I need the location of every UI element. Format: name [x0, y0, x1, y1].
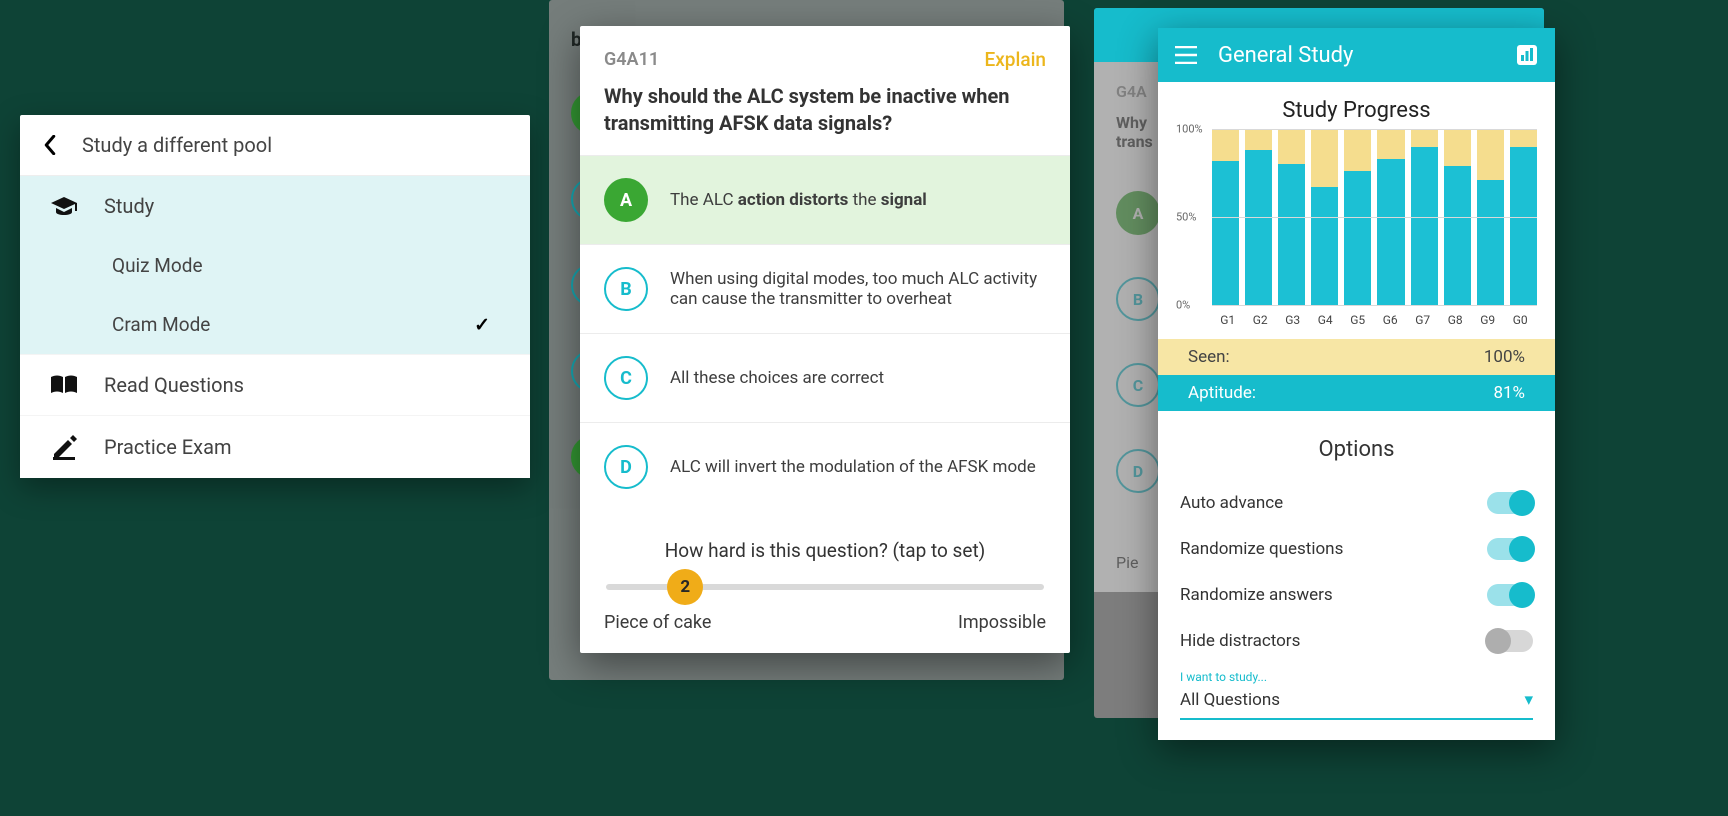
menu-label: Quiz Mode	[112, 254, 203, 277]
difficulty-min-label: Piece of cake	[604, 612, 711, 633]
difficulty-max-label: Impossible	[958, 612, 1046, 633]
difficulty-slider[interactable]: 2	[606, 584, 1044, 590]
select-value: All Questions	[1180, 690, 1280, 710]
stat-seen: Seen: 100%	[1158, 339, 1555, 375]
answer-option-c[interactable]: C All these choices are correct	[580, 333, 1070, 422]
answer-text: When using digital modes, too much ALC a…	[670, 269, 1046, 309]
stat-aptitude: Aptitude: 81%	[1158, 375, 1555, 411]
options-title: Options	[1180, 437, 1533, 462]
menu-item-read-questions[interactable]: Read Questions	[20, 354, 530, 415]
option-label: Randomize answers	[1180, 585, 1333, 605]
study-pool-select[interactable]: All Questions ▾	[1180, 684, 1533, 720]
option-auto-advance: Auto advance	[1180, 480, 1533, 526]
toggle-randomize-answers[interactable]	[1487, 584, 1533, 606]
back-row[interactable]: Study a different pool	[20, 115, 530, 176]
answer-letter: D	[604, 445, 648, 489]
menu-item-study[interactable]: Study	[20, 176, 530, 236]
chevron-down-icon: ▾	[1524, 690, 1533, 710]
difficulty-thumb[interactable]: 2	[667, 569, 703, 605]
pencil-icon	[48, 434, 80, 460]
study-select-label: I want to study...	[1180, 670, 1533, 684]
explain-button[interactable]: Explain	[985, 48, 1046, 71]
toggle-auto-advance[interactable]	[1487, 492, 1533, 514]
question-text: Why should the ALC system be inactive wh…	[604, 83, 1046, 137]
hamburger-menu-icon[interactable]	[1172, 41, 1200, 69]
menu-label: Study	[104, 194, 154, 218]
answer-option-d[interactable]: D ALC will invert the modulation of the …	[580, 422, 1070, 511]
option-randomize-answers: Randomize answers	[1180, 572, 1533, 618]
options-section: Options Auto advance Randomize questions…	[1158, 411, 1555, 740]
seen-value: 100%	[1484, 347, 1525, 367]
difficulty-block: How hard is this question? (tap to set) …	[580, 521, 1070, 633]
menu-lower: Read Questions Practice Exam	[20, 354, 530, 478]
toggle-hide-distractors[interactable]	[1487, 630, 1533, 652]
study-menu: Study a different pool Study Quiz Mode C…	[20, 115, 530, 478]
study-progress-chart: 0%50%100%G1G2G3G4G5G6G7G8G9G0	[1176, 129, 1537, 329]
seen-label: Seen:	[1188, 347, 1230, 367]
answer-letter: A	[604, 178, 648, 222]
graduation-cap-icon	[48, 195, 80, 217]
option-label: Randomize questions	[1180, 539, 1343, 559]
answer-letter: B	[604, 267, 648, 311]
answer-letter: C	[604, 356, 648, 400]
book-open-icon	[48, 373, 80, 397]
menu-label: Read Questions	[104, 373, 244, 397]
drawer-title: General Study	[1218, 43, 1495, 68]
difficulty-prompt: How hard is this question? (tap to set)	[604, 539, 1046, 562]
answer-text: The ALC action distorts the signal	[670, 190, 927, 210]
menu-item-quiz-mode[interactable]: Quiz Mode	[20, 236, 530, 295]
progress-title: Study Progress	[1176, 98, 1537, 123]
option-label: Hide distractors	[1180, 631, 1300, 651]
toggle-randomize-questions[interactable]	[1487, 538, 1533, 560]
answer-text: ALC will invert the modulation of the AF…	[670, 457, 1036, 477]
chevron-left-icon	[42, 135, 58, 155]
question-id: G4A11	[604, 49, 659, 70]
back-label: Study a different pool	[82, 133, 272, 157]
drawer-header: General Study	[1158, 28, 1555, 82]
answer-option-b[interactable]: B When using digital modes, too much ALC…	[580, 244, 1070, 333]
option-randomize-questions: Randomize questions	[1180, 526, 1533, 572]
menu-label: Practice Exam	[104, 435, 232, 459]
menu-item-cram-mode[interactable]: Cram Mode	[20, 295, 530, 354]
menu-label: Cram Mode	[112, 313, 210, 336]
menu-item-practice-exam[interactable]: Practice Exam	[20, 415, 530, 478]
question-card: G4A11 Explain Why should the ALC system …	[580, 26, 1070, 653]
option-hide-distractors: Hide distractors	[1180, 618, 1533, 664]
answer-text: All these choices are correct	[670, 368, 884, 388]
study-section: Study Quiz Mode Cram Mode	[20, 176, 530, 354]
bar-chart-icon[interactable]	[1513, 41, 1541, 69]
option-label: Auto advance	[1180, 493, 1283, 513]
study-progress-section: Study Progress 0%50%100%G1G2G3G4G5G6G7G8…	[1158, 82, 1555, 339]
progress-drawer: General Study Study Progress 0%50%100%G1…	[1158, 28, 1555, 740]
answer-option-a[interactable]: A The ALC action distorts the signal	[580, 155, 1070, 244]
aptitude-label: Aptitude:	[1188, 383, 1256, 403]
aptitude-value: 81%	[1493, 383, 1525, 403]
